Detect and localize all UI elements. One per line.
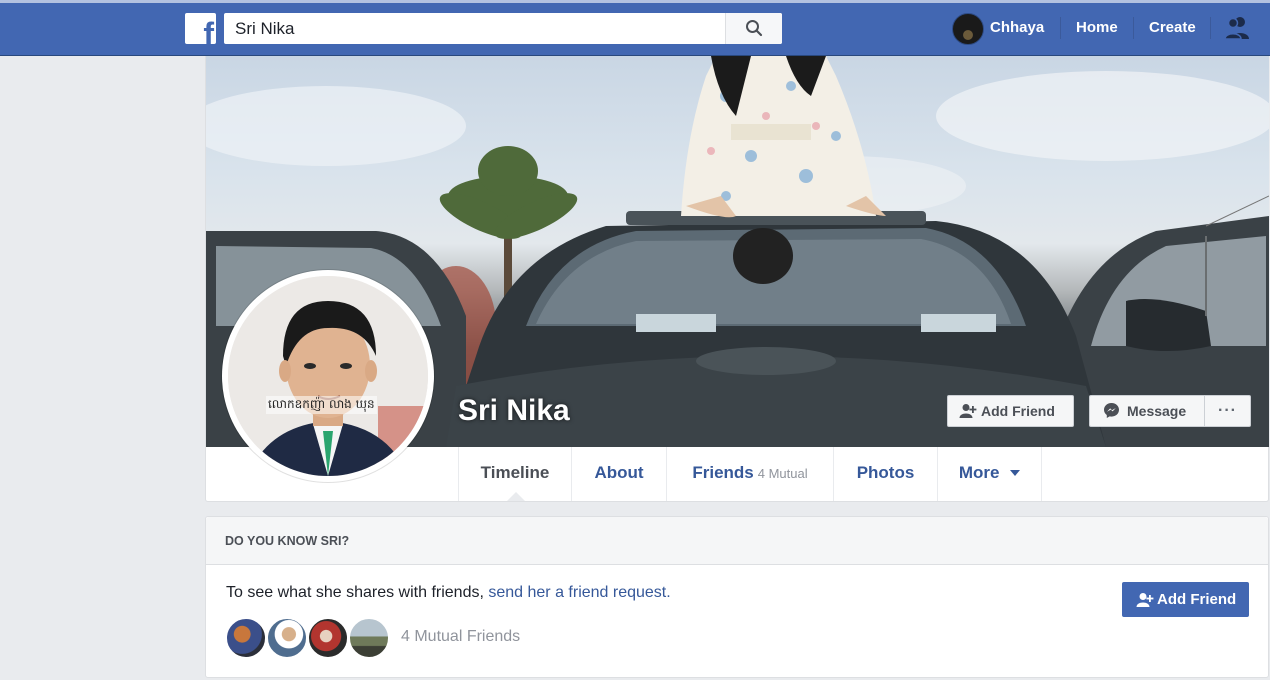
add-friend-icon	[1136, 593, 1154, 607]
friend-request-prompt: To see what she shares with friends, sen…	[226, 584, 671, 602]
profile-portrait-illustration	[228, 276, 428, 476]
message-button[interactable]: Message	[1090, 396, 1204, 426]
mutual-friend-avatar[interactable]	[226, 618, 266, 658]
tab-photos-label: Photos	[856, 463, 915, 482]
do-you-know-card: DO YOU KNOW SRI? To see what she shares …	[205, 516, 1269, 678]
more-options-button[interactable]: ···	[1205, 396, 1250, 426]
search-icon	[746, 20, 763, 37]
home-link[interactable]: Home	[1076, 0, 1118, 56]
search-input[interactable]	[224, 13, 724, 44]
search-box	[224, 13, 782, 44]
mutual-friend-avatar[interactable]	[349, 618, 389, 658]
tab-about[interactable]: About	[572, 447, 667, 501]
add-friend-icon	[959, 404, 977, 418]
add-friend-primary-button[interactable]: Add Friend	[1122, 582, 1249, 617]
mutual-friend-avatar[interactable]	[308, 618, 348, 658]
profile-link[interactable]: Chhaya	[990, 0, 1044, 56]
message-button-group: Message ···	[1089, 395, 1251, 427]
tab-more[interactable]: More	[938, 447, 1042, 501]
nav-divider	[1060, 17, 1061, 39]
profile-photo-caption: លោកឧកញ៉ា លាង ឃុន	[266, 396, 377, 414]
add-friend-label: Add Friend	[981, 403, 1055, 419]
prompt-text: To see what she shares with friends,	[226, 584, 489, 601]
message-label: Message	[1127, 403, 1187, 419]
send-friend-request-link[interactable]: send her a friend request.	[488, 584, 670, 601]
friend-requests-icon[interactable]	[1224, 16, 1252, 40]
nav-divider	[1210, 17, 1211, 39]
tab-friends-label: Friends	[692, 463, 754, 482]
mutual-friend-avatar[interactable]	[267, 618, 307, 658]
tab-more-label: More	[958, 463, 1000, 482]
mutual-friends-link[interactable]: 4 Mutual Friends	[401, 628, 520, 646]
card-title: DO YOU KNOW SRI?	[225, 534, 350, 548]
search-button[interactable]	[725, 13, 782, 44]
profile-name[interactable]: Sri Nika	[458, 394, 570, 428]
facebook-logo-icon[interactable]: f	[185, 13, 216, 44]
tab-photos[interactable]: Photos	[834, 447, 938, 501]
top-navigation-bar: f Chhaya Home Create	[0, 0, 1270, 56]
add-friend-label: Add Friend	[1157, 591, 1237, 608]
mutual-count: 4 Mutual	[757, 466, 808, 481]
tab-about-label: About	[594, 463, 644, 482]
profile-picture-image: លោកឧកញ៉ា លាង ឃុន	[228, 276, 428, 476]
nav-divider	[1133, 17, 1134, 39]
tab-friends[interactable]: Friends 4 Mutual	[667, 447, 834, 501]
caret-down-icon	[1010, 470, 1021, 476]
card-header: DO YOU KNOW SRI?	[206, 517, 1268, 565]
add-friend-button[interactable]: Add Friend	[947, 395, 1074, 427]
active-tab-indicator	[507, 492, 525, 501]
tab-timeline-label: Timeline	[480, 463, 550, 482]
profile-picture[interactable]: លោកឧកញ៉ា លាង ឃុន	[222, 270, 434, 482]
create-link[interactable]: Create	[1149, 0, 1196, 56]
user-avatar[interactable]	[952, 13, 984, 45]
messenger-icon	[1104, 403, 1119, 418]
